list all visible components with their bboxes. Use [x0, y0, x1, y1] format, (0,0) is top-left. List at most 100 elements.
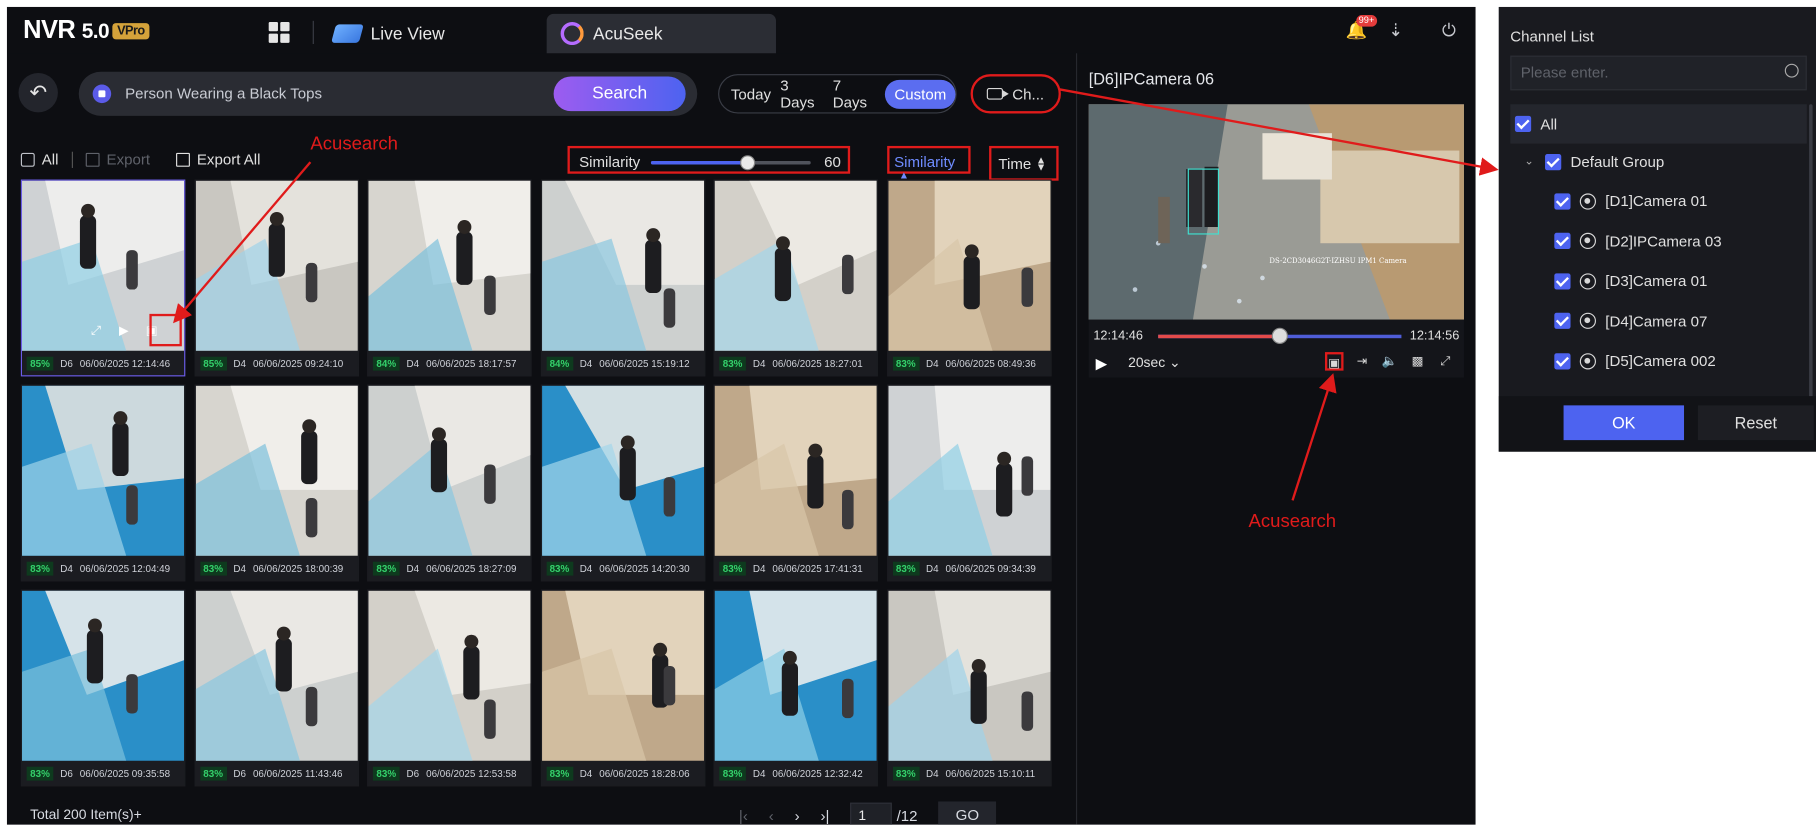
export-clip-icon[interactable]: ⇥ — [1353, 352, 1372, 371]
download-icon[interactable]: ⇣ — [1385, 21, 1406, 42]
result-thumbnail[interactable] — [195, 385, 358, 556]
result-card[interactable]: 83% D6 06/06/2025 11:43:46 — [193, 589, 359, 787]
speed-select[interactable]: 20sec ⌄ — [1128, 354, 1181, 370]
result-thumbnail[interactable] — [368, 590, 531, 761]
checkbox-checked-icon[interactable] — [1554, 272, 1571, 289]
go-button[interactable]: GO — [938, 801, 997, 825]
range-7-days[interactable]: 7 Days — [833, 76, 876, 111]
select-all-checkbox[interactable]: All — [20, 151, 59, 168]
sort-by-similarity[interactable]: Similarity▲▼ — [887, 145, 971, 187]
notification-bell-icon[interactable]: 🔔 99+ — [1346, 15, 1377, 42]
similarity-percent: 84% — [372, 356, 400, 371]
fullscreen-icon[interactable]: ⤢ — [87, 322, 106, 341]
volume-icon[interactable]: 🔈 — [1381, 352, 1400, 371]
power-icon[interactable]: ⏻ — [1438, 21, 1459, 42]
result-thumbnail[interactable] — [541, 590, 704, 761]
tab-live-view[interactable]: Live View — [320, 14, 459, 53]
result-thumbnail[interactable] — [195, 180, 358, 351]
channel-select-button[interactable]: Ch... — [970, 74, 1061, 114]
tab-acuseek[interactable]: AcuSeek — [546, 13, 776, 54]
channel-row[interactable]: [D1]Camera 01 — [1554, 192, 1707, 210]
range-3-days[interactable]: 3 Days — [780, 76, 823, 111]
result-card[interactable]: 84% D4 06/06/2025 18:17:57 — [367, 179, 532, 377]
result-card[interactable]: 83% D4 06/06/2025 18:27:09 — [367, 384, 532, 582]
result-card[interactable]: 83% D4 06/06/2025 14:20:30 — [540, 384, 705, 582]
result-time: 06/06/2025 09:34:39 — [945, 562, 1036, 575]
result-thumbnail[interactable] — [22, 385, 185, 556]
reset-button[interactable]: Reset — [1697, 405, 1814, 441]
channel-list-scrollbar[interactable] — [1809, 104, 1813, 417]
screenshot-icon[interactable]: ▩ — [1408, 352, 1427, 371]
similarity-slider[interactable] — [650, 155, 811, 171]
similarity-percent: 83% — [892, 561, 920, 576]
default-group-row[interactable]: ⌄ Default Group — [1524, 153, 1664, 170]
result-thumbnail[interactable] — [368, 180, 531, 351]
play-icon[interactable]: ▶ — [1096, 354, 1108, 373]
result-card[interactable]: 83% D4 06/06/2025 17:41:31 — [713, 384, 878, 582]
result-card[interactable]: 83% D4 06/06/2025 18:27:01 — [713, 179, 878, 377]
sort-by-time[interactable]: Time ▲ ▼ — [989, 145, 1059, 181]
result-card[interactable]: 83% D6 06/06/2025 12:53:58 — [367, 589, 532, 787]
checkbox-checked-icon[interactable] — [1545, 153, 1562, 170]
result-thumbnail[interactable] — [887, 180, 1050, 351]
result-card[interactable]: 83% D4 06/06/2025 18:28:06 — [540, 589, 705, 787]
result-card[interactable]: 85% D4 06/06/2025 09:24:10 — [193, 179, 359, 377]
result-card[interactable]: 83% D4 06/06/2025 09:34:39 — [886, 384, 1052, 582]
checkbox-checked-icon[interactable] — [1554, 312, 1571, 329]
checkbox-checked-icon[interactable] — [1514, 115, 1532, 133]
checkbox-checked-icon[interactable] — [1554, 232, 1571, 250]
channel-row[interactable]: [D4]Camera 07 — [1554, 312, 1707, 330]
preview-video[interactable]: DS-2CD3046G2T-IZHSU IPM1 Camera — [1088, 104, 1464, 320]
result-card[interactable]: 83% D4 06/06/2025 08:49:36 — [886, 179, 1052, 377]
channel-row[interactable]: [D3]Camera 01 — [1554, 272, 1707, 290]
export-all-button[interactable]: Export All — [176, 151, 261, 168]
search-box[interactable]: Person Wearing a Black Tops Search — [78, 71, 698, 116]
similarity-slider-handle[interactable] — [739, 155, 755, 171]
result-card[interactable]: 83% D4 06/06/2025 12:04:49 — [20, 384, 186, 582]
channel-all-row[interactable]: All — [1510, 104, 1807, 144]
search-query-input[interactable]: Person Wearing a Black Tops — [125, 85, 322, 102]
range-custom[interactable]: Custom — [885, 79, 956, 109]
chevron-down-icon[interactable]: ⌄ — [1524, 155, 1536, 168]
result-thumbnail[interactable] — [714, 385, 877, 556]
page-number-input[interactable]: 1 — [850, 802, 892, 825]
range-today[interactable]: Today — [731, 85, 771, 102]
result-thumbnail[interactable] — [195, 590, 358, 761]
main-menu-grid-icon[interactable] — [268, 22, 290, 43]
checkbox-checked-icon[interactable] — [1554, 352, 1571, 369]
similarity-percent: 83% — [26, 766, 54, 781]
result-thumbnail[interactable] — [714, 590, 877, 761]
acusearch-icon[interactable]: ▣ — [1324, 352, 1344, 371]
result-card[interactable]: 83% D4 06/06/2025 18:00:39 — [193, 384, 359, 582]
playback-timeline[interactable] — [1158, 327, 1402, 344]
result-card[interactable]: 83% D4 06/06/2025 15:10:11 — [886, 589, 1052, 787]
export-button[interactable]: Export — [85, 150, 151, 168]
channel-row[interactable]: [D5]Camera 002 — [1554, 352, 1716, 369]
channel-row[interactable]: [D2]IPCamera 03 — [1554, 232, 1722, 250]
first-page-icon[interactable]: |‹ — [739, 807, 748, 824]
result-thumbnail[interactable] — [368, 385, 531, 556]
result-thumbnail[interactable] — [887, 590, 1050, 761]
last-page-icon[interactable]: ›| — [820, 807, 829, 824]
export-label: Export — [106, 150, 151, 168]
acusearch-icon[interactable]: ▣ — [142, 322, 161, 341]
result-thumbnail[interactable] — [541, 385, 704, 556]
checkbox-checked-icon[interactable] — [1554, 192, 1571, 210]
result-thumbnail[interactable] — [887, 385, 1050, 556]
result-card[interactable]: 85% D6 06/06/2025 12:14:46 ⤢ ▶ ▣ — [20, 179, 186, 377]
result-thumbnail[interactable] — [541, 180, 704, 351]
channel-search-input[interactable]: Please enter. — [1510, 55, 1807, 91]
search-button[interactable]: Search — [553, 76, 686, 112]
prev-page-icon[interactable]: ‹ — [769, 807, 774, 824]
result-card[interactable]: 84% D4 06/06/2025 15:19:12 — [540, 179, 705, 377]
result-card[interactable]: 83% D4 06/06/2025 12:32:42 — [713, 589, 878, 787]
result-card[interactable]: 83% D6 06/06/2025 09:35:58 — [20, 589, 186, 787]
result-thumbnail[interactable] — [714, 180, 877, 351]
next-page-icon[interactable]: › — [795, 807, 800, 824]
back-button[interactable]: ↶ — [18, 72, 58, 113]
result-thumbnail[interactable] — [22, 590, 185, 761]
fullscreen-icon[interactable]: ⤢ — [1436, 352, 1455, 371]
ok-button[interactable]: OK — [1563, 405, 1685, 441]
playback-handle[interactable] — [1271, 327, 1288, 344]
play-icon[interactable]: ▶ — [115, 322, 134, 341]
